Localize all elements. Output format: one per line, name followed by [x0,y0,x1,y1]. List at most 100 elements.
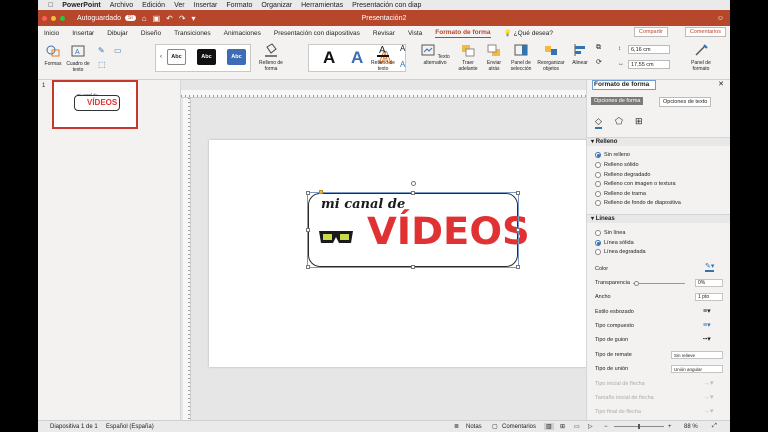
tab-vista[interactable]: Vista [408,30,422,37]
radio-relleno-trama[interactable] [595,191,601,197]
rotate-icon[interactable]: ⟳ [596,58,602,66]
reading-view-icon[interactable]: ▭ [574,423,580,430]
normal-view-icon[interactable]: ▥ [544,423,554,430]
shape-style-3[interactable]: Abc [227,49,246,65]
menu-app[interactable]: PowerPoint [62,2,101,9]
menu-ver[interactable]: Ver [174,2,185,9]
text-fill-button[interactable]: A Relleno de texto [368,43,398,72]
zoom-slider-thumb[interactable] [638,424,640,429]
tab-inicio[interactable]: Inicio [44,30,59,37]
radio-linea-solida[interactable] [595,240,601,246]
close-pane-icon[interactable]: ✕ [718,80,724,88]
slideshow-icon[interactable]: ▷ [588,423,593,430]
send-backward-button[interactable]: Enviar atrás [482,43,506,72]
radio-relleno-solido[interactable] [595,162,601,168]
sorter-view-icon[interactable]: ⊞ [560,423,565,430]
rotate-handle[interactable] [411,181,416,186]
menu-insertar[interactable]: Insertar [194,2,218,9]
shapes-button[interactable]: Formas [42,44,64,67]
zoom-level[interactable]: 88 % [684,424,698,430]
menu-archivo[interactable]: Archivo [110,2,133,9]
compound-type-dropdown-icon[interactable]: ≡▾ [703,321,711,329]
tab-opciones-texto[interactable]: Opciones de texto [659,97,712,107]
end-arrow-dropdown-icon[interactable]: →▾ [703,407,714,415]
menu-presentacion[interactable]: Presentación con diap [352,2,421,9]
text-effects-icon[interactable]: A [400,60,405,69]
resize-handle-b[interactable] [411,265,415,269]
menu-edicion[interactable]: Edición [142,2,165,9]
shape-style-2[interactable]: Abc [197,49,216,65]
resize-handle-tl[interactable] [306,191,310,195]
effects-pentagon-icon[interactable]: ⬠ [615,116,623,127]
wordart-style-1[interactable]: A [323,48,335,68]
fill-line-icon[interactable]: ◇ [595,116,602,129]
tab-revisar[interactable]: Revisar [373,30,395,37]
dash-type-dropdown-icon[interactable]: ┅▾ [703,335,711,343]
group-icon[interactable]: ⧉ [596,44,601,52]
text-outline-icon[interactable]: A [400,44,405,53]
resize-handle-bl[interactable] [306,265,310,269]
customize-icon[interactable]: ▾ [192,14,196,23]
arrange-button[interactable]: Reorganizar objetos [535,43,567,72]
slide-canvas[interactable]: mi canal de VÍDEOS [209,140,613,367]
close-window-button[interactable] [42,15,47,21]
tab-transiciones[interactable]: Transiciones [174,30,211,37]
text-box-button[interactable]: A Cuadro de texto [66,44,90,73]
height-field[interactable]: 6,16 cm [628,45,670,54]
size-layout-icon[interactable]: ⊞ [635,116,643,127]
tab-diseno[interactable]: Diseño [141,30,161,37]
resize-handle-tr[interactable] [516,191,520,195]
comments-status-button[interactable]: Comentarios [502,424,536,430]
radio-relleno-degradado[interactable] [595,172,601,178]
shape-fill-button[interactable]: Relleno de forma [256,43,286,72]
menu-organizar[interactable]: Organizar [261,2,292,9]
begin-arrow-dropdown-icon[interactable]: →▾ [703,379,714,387]
transparency-field[interactable]: 0% [695,279,723,287]
account-icon[interactable]: ☺ [717,15,724,22]
transparency-slider-track[interactable] [633,283,685,284]
edit-shape-icon[interactable]: ✎ [98,46,105,55]
undo-icon[interactable]: ↶ [166,14,173,23]
search-tell-me[interactable]: ¿Qué desea? [514,30,553,37]
gallery-left-arrow-icon[interactable]: ‹ [160,54,162,60]
transparency-slider-thumb[interactable] [634,281,639,286]
apple-icon[interactable]:  [48,2,53,9]
radio-sin-relleno[interactable] [595,152,601,158]
tab-insertar[interactable]: Insertar [72,30,94,37]
tab-dibujar[interactable]: Dibujar [107,30,128,37]
sketch-style-dropdown-icon[interactable]: ≡▾ [703,307,711,315]
comments-icon[interactable]: ▢ [492,423,498,430]
width-field[interactable]: 17,55 cm [628,60,670,69]
zoom-window-button[interactable] [60,15,65,21]
tab-presentacion[interactable]: Presentación con diapositivas [274,30,360,37]
fit-slide-icon[interactable]: ⤢ [712,423,717,430]
share-button[interactable]: Compartir [633,27,668,37]
tab-formato-de-forma[interactable]: Formato de forma [435,29,491,38]
zoom-out-icon[interactable]: − [604,424,608,430]
format-pane-button[interactable]: Panel de formato [686,43,716,72]
notes-button[interactable]: Notas [466,424,482,430]
tab-animaciones[interactable]: Animaciones [224,30,261,37]
menu-formato[interactable]: Formato [226,2,252,9]
resize-handle-br[interactable] [516,265,520,269]
autosave-toggle[interactable]: Sí [124,15,136,21]
shape-style-1[interactable]: Abc [167,49,186,65]
wordart-style-2[interactable]: A [351,48,363,68]
align-button[interactable]: Alinear [570,43,590,66]
width-field[interactable]: 1 pto [695,293,723,301]
shape-outline-icon[interactable]: ⬚ [98,60,106,69]
home-icon[interactable]: ⌂ [142,14,147,23]
relleno-section-header[interactable]: ▾ Relleno [587,137,730,146]
radio-linea-degradada[interactable] [595,249,601,255]
resize-handle-l[interactable] [306,228,310,232]
radio-relleno-fondo[interactable] [595,200,601,206]
alt-text-button[interactable]: Texto alternativo [418,43,452,66]
resize-handle-t[interactable] [411,191,415,195]
join-type-select[interactable]: Unión angular [671,365,723,373]
text-box-insert-icon[interactable]: ▭ [114,46,122,55]
cap-type-select[interactable]: Sin relieve [671,351,723,359]
radio-relleno-imagen[interactable] [595,181,601,187]
adjust-handle[interactable] [319,190,323,194]
minimize-button[interactable] [51,15,56,21]
selection-pane-button[interactable]: Panel de selección [508,43,534,72]
